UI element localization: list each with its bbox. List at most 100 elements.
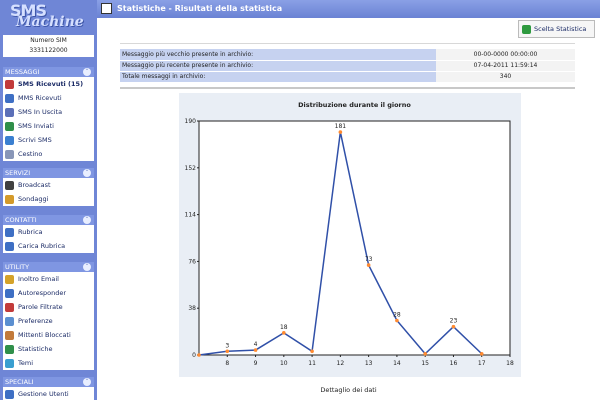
broadcast-icon [5, 181, 14, 190]
x-tick-label: 11 [308, 360, 316, 367]
chart-title: Distribuzione durante il giorno [298, 101, 411, 109]
sim-box: Numero SIM 3331122000 [3, 35, 94, 57]
sidebar-section-messaggi: MESSAGGI ˄ SMS Ricevuti (15) MMS Ricevuti SM… [3, 67, 94, 161]
y-tick-label: 76 [188, 258, 196, 265]
sidebar-section-contatti: CONTATTI ˄ Rubrica Carica Rubrica [3, 215, 94, 253]
y-tick-label: 114 [185, 212, 197, 219]
x-tick-label: 10 [280, 360, 288, 367]
sidebar-item-label: SMS Inviati [18, 122, 54, 130]
data-point [423, 351, 427, 356]
data-point [338, 130, 343, 134]
sidebar-item-parole-filtrate[interactable]: Parole Filtrate [3, 300, 94, 314]
sidebar-item-sms-ricevuti-15[interactable]: SMS Ricevuti (15) [3, 77, 94, 91]
sidebar-item-mms-ricevuti[interactable]: MMS Ricevuti [3, 91, 94, 105]
sidebar-item-label: Inoltro Email [18, 275, 59, 283]
info-label: Messaggio più vecchio presente in archiv… [120, 49, 436, 61]
chart-container: Distribuzione durante il giorno 0 38 76 114 1… [179, 93, 521, 377]
sidebar-section-header: CONTATTI ˄ [3, 215, 94, 225]
page-title: Statistiche - Risultati della statistica [117, 4, 283, 13]
sidebar-item-cestino[interactable]: Cestino [3, 147, 94, 161]
poll-icon [5, 195, 14, 204]
table-row: Messaggio più vecchio presente in archiv… [120, 49, 575, 61]
data-label: 28 [393, 312, 401, 319]
app-logo: SMS Machine [0, 0, 97, 33]
collapse-icon[interactable]: ˄ [83, 263, 91, 271]
sidebar-item-rubrica[interactable]: Rubrica [3, 225, 94, 239]
data-point [310, 349, 314, 354]
info-value: 07-04-2011 11:59:14 [436, 60, 575, 72]
x-tick-label: 15 [421, 360, 429, 367]
sidebar-item-label: Sondaggi [18, 195, 49, 203]
sidebar-item-temi[interactable]: Temi [3, 356, 94, 370]
sidebar-item-label: Parole Filtrate [18, 303, 63, 311]
sidebar-item-gestione-utenti[interactable]: Gestione Utenti [3, 387, 94, 400]
sidebar-item-carica-rubrica[interactable]: Carica Rubrica [3, 239, 94, 253]
data-label: 23 [450, 318, 458, 325]
sidebar-item-label: MMS Ricevuti [18, 94, 62, 102]
sidebar-item-sondaggi[interactable]: Sondaggi [3, 192, 94, 206]
dettaglio-dati-label: Dettaglio dei dati [320, 386, 377, 394]
write-sms-icon [5, 136, 14, 145]
data-point [451, 324, 456, 329]
x-tick-label: 12 [337, 360, 345, 367]
sidebar-item-scrivi-sms[interactable]: Scrivi SMS [3, 133, 94, 147]
x-tick-label: 16 [450, 360, 458, 367]
sidebar-item-broadcast[interactable]: Broadcast [3, 178, 94, 192]
sidebar-section-speciali: SPECIALI ˄ Gestione Utenti [3, 377, 94, 400]
divider [120, 43, 575, 44]
sidebar-item-label: Mittenti Bloccati [18, 331, 71, 339]
y-tick-label: 190 [185, 118, 197, 125]
info-value: 340 [436, 71, 575, 83]
sidebar-item-sms-inviati[interactable]: SMS Inviati [3, 119, 94, 133]
data-point [395, 318, 399, 323]
sidebar-section-title: SPECIALI [5, 378, 34, 386]
sidebar-item-autoresponder[interactable]: Autoresponder [3, 286, 94, 300]
sidebar: SMS Machine Numero SIM 3331122000 MESSAG… [0, 0, 97, 400]
sidebar-section-title: UTILITY [5, 263, 30, 271]
collapse-icon[interactable]: ˄ [83, 216, 91, 224]
data-label: 18 [280, 324, 288, 331]
sidebar-item-inoltro-email[interactable]: Inoltro Email [3, 272, 94, 286]
sidebar-item-label: SMS Ricevuti (15) [18, 80, 84, 88]
collapse-icon[interactable]: ˄ [83, 378, 91, 386]
sidebar-item-sms-in-uscita[interactable]: SMS In Uscita [3, 105, 94, 119]
x-tick-label: 13 [365, 360, 373, 367]
sidebar-item-statistiche[interactable]: Statistiche [3, 342, 94, 356]
sidebar-section-title: CONTATTI [5, 216, 37, 224]
info-label: Totale messaggi in archivio: [120, 71, 436, 83]
collapse-icon[interactable]: ˄ [83, 68, 91, 76]
collapse-icon[interactable]: ˄ [83, 169, 91, 177]
sidebar-section-title: SERVIZI [5, 169, 31, 177]
sidebar-item-label: Gestione Utenti [18, 390, 69, 398]
data-point [479, 351, 484, 356]
sidebar-section-title: MESSAGGI [5, 68, 40, 76]
data-point [282, 331, 286, 335]
sidebar-item-label: Broadcast [18, 181, 51, 189]
y-tick-label: 0 [192, 352, 196, 359]
plot-area [198, 120, 511, 356]
sidebar-section-servizi: SERVIZI ˄ Broadcast Sondaggi [3, 168, 94, 206]
blocked-senders-icon [5, 331, 14, 340]
sidebar-section-header: MESSAGGI ˄ [3, 67, 94, 77]
sim-label: Numero SIM [30, 37, 67, 44]
x-tick-label: 8 [225, 360, 229, 367]
data-point [197, 353, 201, 357]
upload-addressbook-icon [5, 242, 14, 251]
sidebar-section-header: SERVIZI ˄ [3, 168, 94, 178]
sidebar-section-header: UTILITY ˄ [3, 262, 94, 272]
sidebar-item-preferenze[interactable]: Preferenze [3, 314, 94, 328]
divider [120, 87, 575, 89]
scelta-statistica-button[interactable]: Scelta Statistica [518, 20, 595, 38]
trash-icon [5, 150, 14, 159]
sidebar-item-label: Preferenze [18, 317, 53, 325]
data-label: 4 [254, 341, 258, 348]
users-icon [5, 390, 14, 399]
sidebar-item-mittenti-bloccati[interactable]: Mittenti Bloccati [3, 328, 94, 342]
sms-outgoing-icon [5, 108, 14, 117]
sidebar-section-utility: UTILITY ˄ Inoltro Email Autoresponder Parole… [3, 262, 94, 370]
scelta-statistica-label: Scelta Statistica [534, 25, 587, 33]
y-tick-label: 38 [188, 305, 196, 312]
sidebar-item-label: Rubrica [18, 228, 43, 236]
x-tick-label: 17 [478, 360, 486, 367]
sms-received-icon [5, 80, 14, 89]
